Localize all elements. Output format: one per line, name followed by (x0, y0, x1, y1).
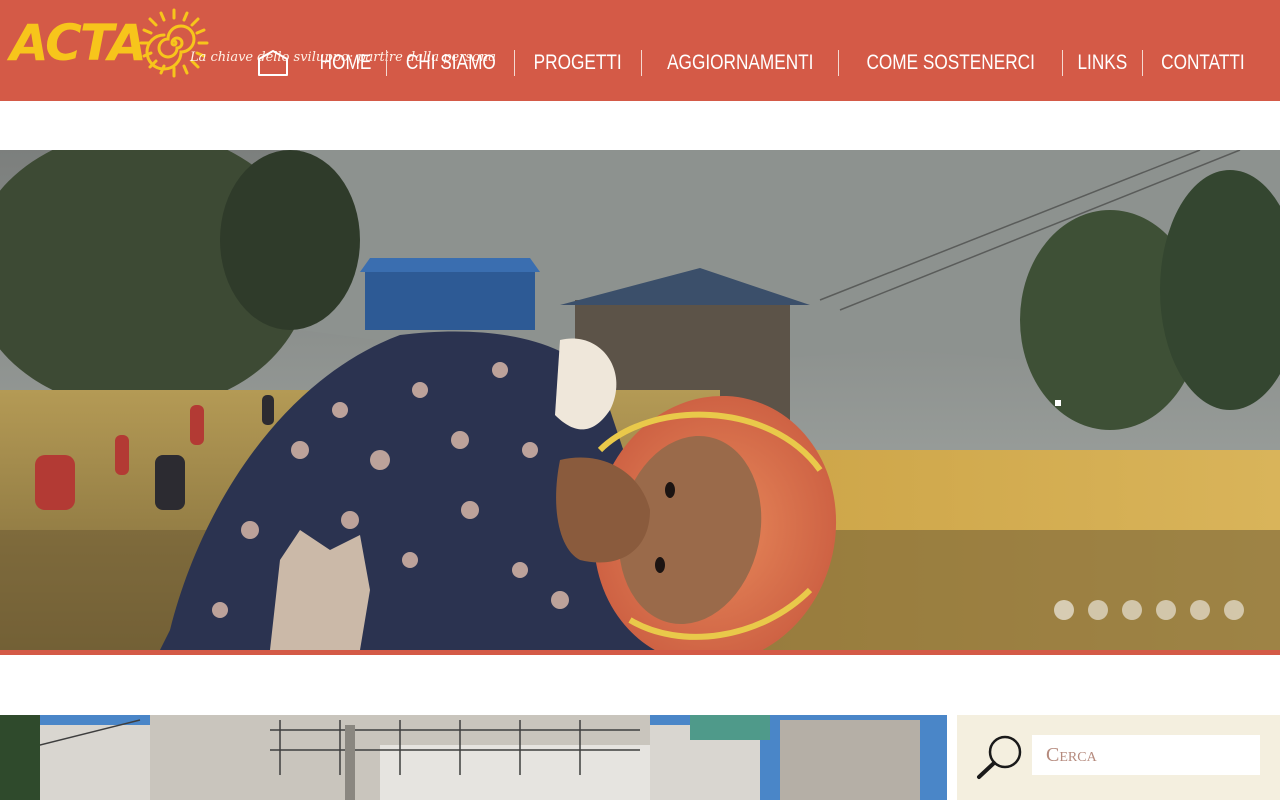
nav-item-progetti[interactable]: PROGETTI (526, 50, 630, 76)
nav-item-home[interactable]: HOME (311, 50, 379, 76)
slider-dot[interactable] (1088, 600, 1108, 620)
site-header: ACTA La chiave dello sviluppo: partire d… (0, 0, 1280, 101)
nav-item-come-sostenerci[interactable]: COME SOSTENERCI (858, 50, 1043, 76)
featured-article-image[interactable] (0, 715, 947, 800)
nav-item-contatti[interactable]: CONTATTI (1153, 50, 1253, 76)
hero-photo (0, 150, 1280, 650)
main-nav: HOME CHI SIAMO PROGETTI AGGIORNAMENTI CO… (256, 46, 1264, 80)
hero-bottom-border (0, 650, 1280, 655)
building-photo (0, 715, 947, 800)
nav-item-chi-siamo[interactable]: CHI SIAMO (397, 50, 503, 76)
nav-divider (1062, 50, 1064, 76)
nav-item-links[interactable]: LINKS (1070, 50, 1136, 76)
nav-divider (1142, 50, 1144, 76)
nav-divider (640, 50, 642, 76)
sun-spiral-icon (139, 8, 209, 78)
site-logo[interactable]: ACTA (10, 8, 209, 78)
search-icon[interactable] (975, 733, 1027, 781)
sidebar-search-box (957, 715, 1280, 800)
nav-item-aggiornamenti[interactable]: AGGIORNAMENTI (658, 50, 821, 76)
slider-dot[interactable] (1054, 600, 1074, 620)
slider-dot[interactable] (1156, 600, 1176, 620)
house-outline-icon (257, 50, 288, 76)
home-icon[interactable] (256, 48, 290, 78)
slider-dot[interactable] (1190, 600, 1210, 620)
slider-pagination (1054, 600, 1244, 620)
nav-divider (385, 50, 387, 76)
hero-slider[interactable] (0, 150, 1280, 650)
nav-divider (514, 50, 516, 76)
slider-dot[interactable] (1122, 600, 1142, 620)
nav-divider (838, 50, 840, 76)
slider-dot[interactable] (1224, 600, 1244, 620)
logo-text: ACTA (10, 14, 147, 72)
search-input[interactable] (1032, 735, 1260, 775)
